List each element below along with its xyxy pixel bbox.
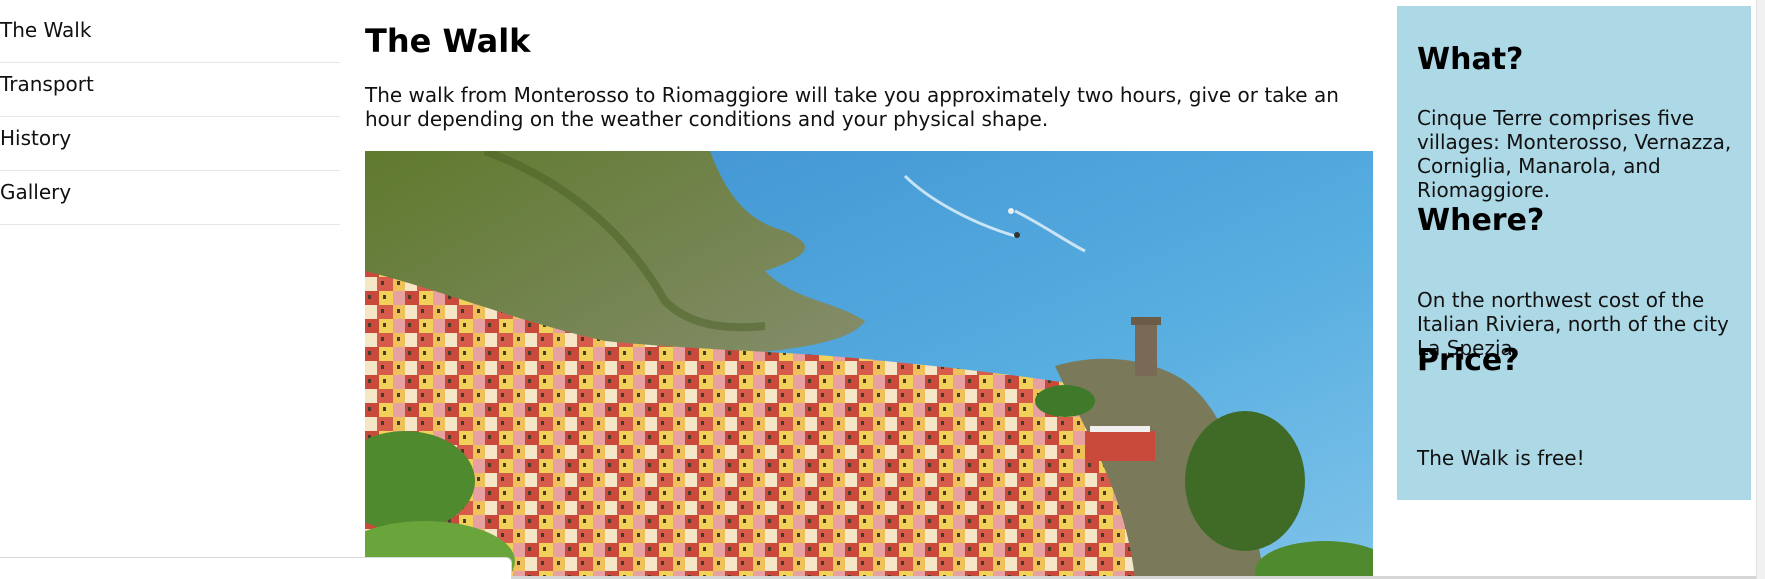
bottom-overlay <box>0 557 512 579</box>
where-heading: Where? <box>1417 203 1545 238</box>
nav-item-gallery[interactable]: Gallery <box>0 171 340 225</box>
price-text: The Walk is free! <box>1417 446 1585 470</box>
coastal-village-photo <box>365 151 1373 579</box>
what-heading: What? <box>1417 42 1524 77</box>
intro-paragraph: The walk from Monterosso to Riomaggiore … <box>365 83 1339 131</box>
vertical-scrollbar[interactable] <box>1756 0 1765 579</box>
nav-item-the-walk[interactable]: The Walk <box>0 9 340 63</box>
sidebar-nav: The Walk Transport History Gallery <box>0 9 340 225</box>
nav-item-transport[interactable]: Transport <box>0 63 340 117</box>
page-title: The Walk <box>365 22 531 60</box>
what-text: Cinque Terre comprises five villages: Mo… <box>1417 106 1732 202</box>
price-heading: Price? <box>1417 343 1520 378</box>
nav-item-history[interactable]: History <box>0 117 340 171</box>
info-panel: What? Cinque Terre comprises five villag… <box>1397 6 1751 500</box>
